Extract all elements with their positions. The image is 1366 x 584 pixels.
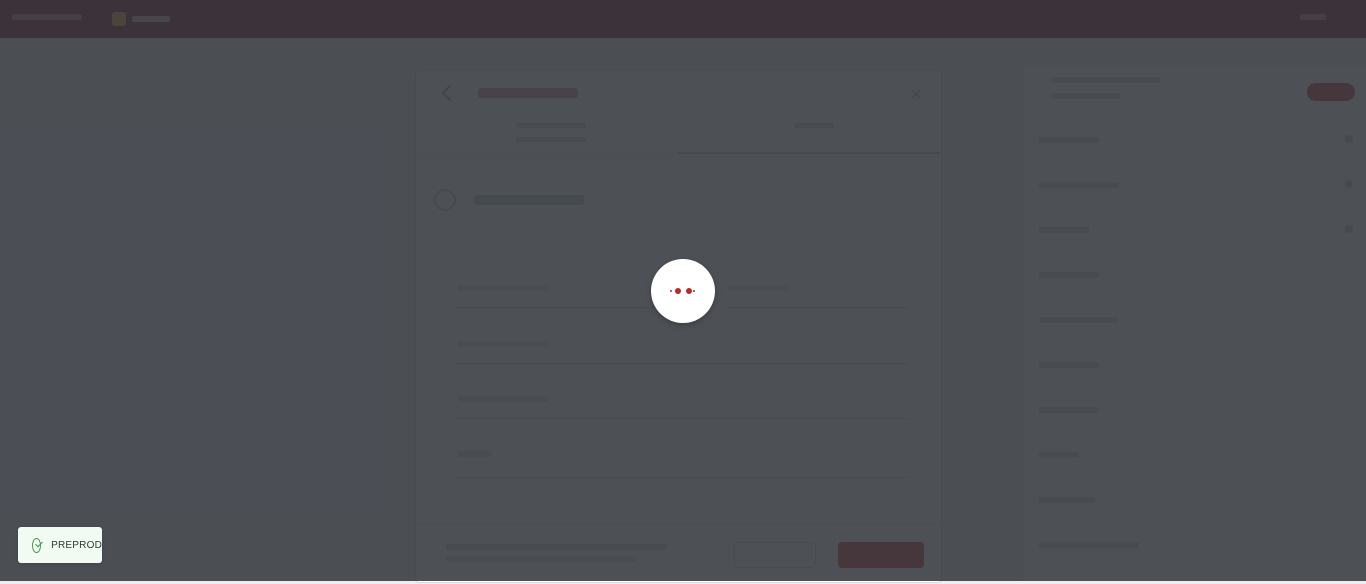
loading-dot	[693, 290, 695, 292]
environment-badge: PREPROD	[18, 527, 102, 563]
environment-label: PREPROD	[51, 539, 102, 551]
loading-spinner	[651, 259, 715, 323]
check-circle-icon	[32, 537, 42, 553]
loading-dot	[675, 288, 681, 294]
loading-dot	[670, 290, 672, 292]
loading-dot	[686, 288, 692, 294]
